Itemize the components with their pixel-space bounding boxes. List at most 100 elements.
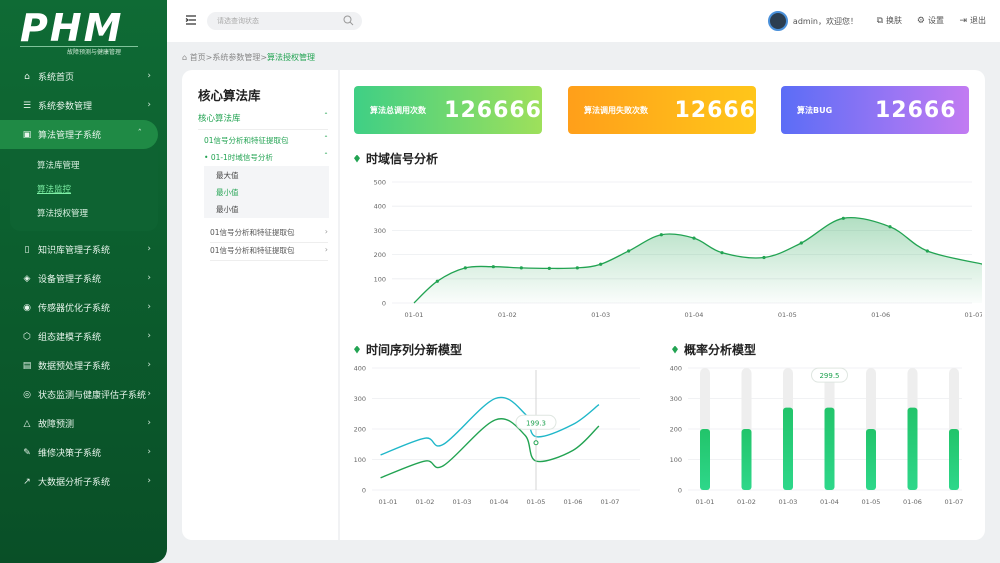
sidebar-item-label: 数据预处理子系统 — [38, 362, 111, 372]
sidebar-item-prediction[interactable]: △ 故障预测 › — [0, 409, 167, 438]
x-tick-label: 01-07 — [965, 311, 982, 319]
sidebar-menu: ⌂ 系统首页 › ☰ 系统参数管理 › ▣ 算法管理子系统 ˆ 算法库管理 算法监控 算法授… — [0, 62, 167, 496]
sidebar-item-modeling[interactable]: ⬡ 组态建模子系统 › — [0, 322, 167, 351]
kpi-value: 12666 — [674, 97, 756, 123]
data-point — [692, 236, 696, 240]
tree-root-label: 核心算法库 — [198, 114, 241, 124]
x-tick-label: 01-05 — [862, 498, 881, 506]
tree-title: 核心算法库 — [198, 88, 261, 103]
section-title: 概率分析模型 — [684, 343, 757, 357]
skin-button[interactable]: ⧉ 换肤 — [877, 15, 902, 26]
section-time-domain: 时域信号分析 — [354, 150, 438, 167]
submenu-item-license[interactable]: 算法授权管理 — [10, 201, 158, 225]
diamond-icon — [354, 345, 360, 354]
sidebar-item-knowledge[interactable]: ▯ 知识库管理子系统 › — [0, 235, 167, 264]
sidebar-item-algorithm[interactable]: ▣ 算法管理子系统 ˆ — [0, 120, 158, 149]
section-prob-model: 概率分析模型 — [672, 341, 756, 358]
tree-node-label: 01-1时域信号分析 — [210, 153, 273, 162]
kpi-label: 算法调用失败次数 — [584, 105, 648, 115]
sidebar-item-label: 知识库管理子系统 — [38, 246, 111, 256]
submenu-item-monitor[interactable]: 算法监控 — [10, 177, 158, 201]
chevron-up-icon: ˆ — [324, 135, 328, 144]
logout-button[interactable]: ⇥ 退出 — [959, 15, 986, 26]
tree-leaf-max[interactable]: 最大值 — [216, 170, 239, 181]
data-point — [519, 266, 523, 270]
tree-node-package-2[interactable]: 01信号分析和特征提取包 › — [210, 227, 328, 243]
sidebar-item-label: 系统首页 — [38, 73, 75, 83]
sidebar: PHM 故障预测与健康管理 ⌂ 系统首页 › ☰ 系统参数管理 › ▣ 算法管理子系统 ˆ … — [0, 0, 167, 563]
x-tick-label: 01-03 — [453, 498, 472, 506]
data-point — [575, 266, 579, 270]
x-tick-label: 01-02 — [498, 311, 517, 319]
y-tick-label: 0 — [382, 300, 386, 308]
sidebar-item-label: 系统参数管理 — [38, 102, 93, 112]
tooltip-value: 199.3 — [526, 419, 546, 427]
tree-node-label: 01信号分析和特征提取包 — [210, 228, 295, 237]
search-placeholder: 请选查询状态 — [217, 17, 259, 25]
data-point — [799, 241, 803, 245]
time-domain-chart: 0 100 200 300 400 500 01-01 01-02 01-03 01-04 01-0… — [374, 179, 982, 319]
bar — [741, 429, 752, 490]
breadcrumb-path[interactable]: 首页>系统参数管理> — [190, 53, 267, 62]
kpi-value: 12666 — [875, 97, 957, 123]
chart-icon: ↗ — [23, 476, 31, 487]
sidebar-item-home[interactable]: ⌂ 系统首页 › — [0, 62, 167, 91]
sidebar-item-device[interactable]: ◈ 设备管理子系统 › — [0, 264, 167, 293]
diamond-icon — [672, 345, 678, 354]
data-point — [547, 266, 551, 270]
avatar[interactable] — [767, 11, 788, 31]
chevron-right-icon: › — [147, 100, 151, 110]
sidebar-item-sensor[interactable]: ◉ 传感器优化子系统 › — [0, 293, 167, 322]
kpi-total-calls: 算法总调用次数 126666 — [354, 86, 542, 134]
sidebar-item-label: 状态监测与健康评估子系统 — [38, 391, 147, 401]
y-tick-label: 100 — [374, 275, 386, 283]
x-tick-label: 01-02 — [737, 498, 756, 506]
sidebar-item-bigdata[interactable]: ↗ 大数据分析子系统 › — [0, 467, 167, 496]
y-tick-label: 400 — [354, 365, 366, 373]
home-icon[interactable]: ⌂ — [182, 53, 190, 62]
data-point — [720, 251, 724, 255]
sidebar-item-label: 传感器优化子系统 — [38, 304, 111, 314]
kpi-label: 算法BUG — [797, 105, 833, 115]
submenu-item-library[interactable]: 算法库管理 — [10, 153, 158, 177]
chevron-up-icon: ˆ — [324, 112, 328, 121]
data-point — [841, 216, 845, 220]
bar — [907, 407, 918, 490]
tooltip-point — [533, 440, 539, 446]
y-tick-label: 100 — [354, 456, 366, 464]
sidebar-item-health[interactable]: ◎ 状态监测与健康评估子系统 › — [0, 380, 167, 409]
wrench-icon: ✎ — [23, 447, 31, 458]
user-info[interactable]: admin，欢迎您！ — [767, 11, 858, 31]
database-icon: ▤ — [22, 360, 32, 371]
x-tick-label: 01-05 — [527, 498, 546, 506]
sidebar-item-maintenance[interactable]: ✎ 维修决策子系统 › — [0, 438, 167, 467]
book-icon: ▯ — [24, 244, 30, 255]
tree-node-package-3[interactable]: 01信号分析和特征提取包 › — [210, 245, 328, 261]
sidebar-item-preprocess[interactable]: ▤ 数据预处理子系统 › — [0, 351, 167, 380]
menu-toggle-icon[interactable] — [185, 14, 197, 26]
search-input[interactable]: 请选查询状态 — [207, 12, 362, 30]
search-icon[interactable] — [343, 15, 354, 26]
algorithm-tree: 核心算法库 核心算法库 ˆ 01信号分析和特征提取包 ˆ • 01-1时域信号分析 ˆ… — [182, 70, 340, 540]
tree-root[interactable]: 核心算法库 ˆ — [198, 112, 328, 130]
device-icon: ◈ — [23, 273, 31, 284]
chevron-right-icon: › — [324, 245, 328, 254]
logo: PHM 故障预测与健康管理 — [20, 8, 150, 58]
series-line — [380, 396, 600, 456]
y-tick-label: 400 — [374, 203, 386, 211]
x-tick-label: 01-05 — [778, 311, 797, 319]
sidebar-item-params[interactable]: ☰ 系统参数管理 › — [0, 91, 167, 120]
logout-icon: ⇥ — [959, 15, 967, 26]
tree-leaf-min[interactable]: 最小值 — [216, 204, 239, 215]
bar — [783, 407, 793, 490]
bar — [949, 429, 959, 490]
monitor-icon: ◎ — [23, 389, 31, 400]
sidebar-item-label: 组态建模子系统 — [38, 333, 102, 343]
chevron-right-icon: › — [147, 331, 151, 341]
tree-leaf-min-selected[interactable]: 最小值 — [216, 187, 239, 198]
y-tick-label: 200 — [374, 251, 386, 259]
tree-node-timedomain[interactable]: • 01-1时域信号分析 ˆ — [204, 152, 328, 163]
chevron-right-icon: › — [147, 418, 151, 428]
tree-node-package[interactable]: 01信号分析和特征提取包 ˆ — [204, 135, 328, 146]
settings-button[interactable]: ⚙ 设置 — [917, 15, 944, 26]
